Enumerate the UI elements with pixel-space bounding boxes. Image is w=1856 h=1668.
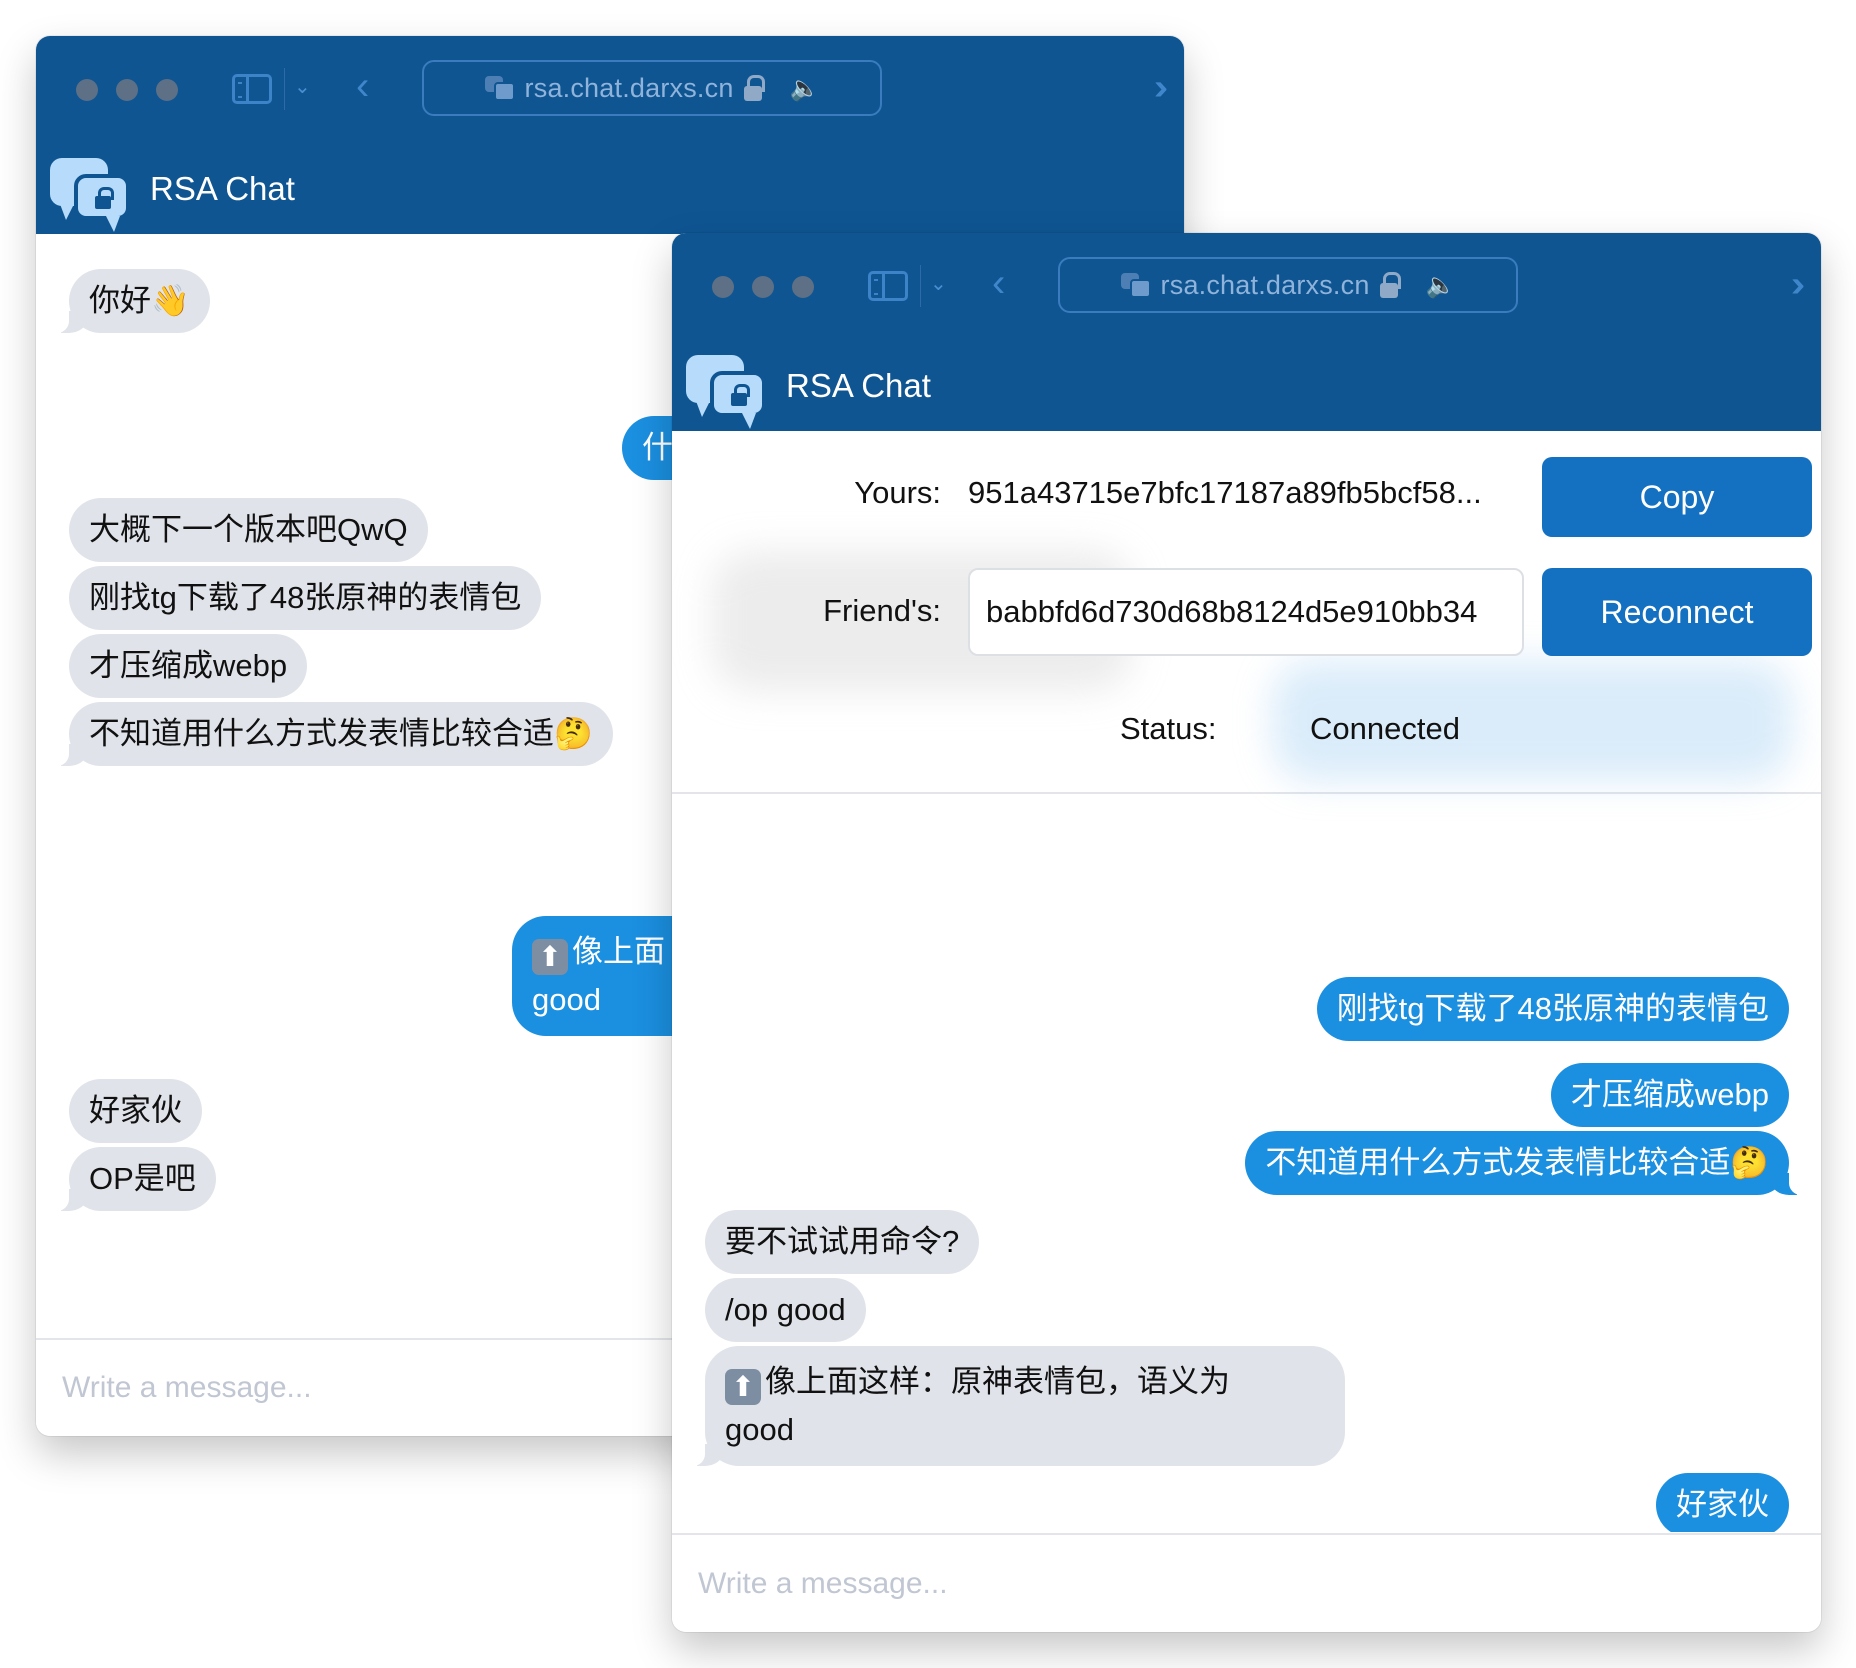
message-text: 像上面 (572, 934, 665, 969)
up-arrow-emoji: ⬆ (725, 1369, 761, 1405)
up-arrow-emoji: ⬆ (532, 939, 568, 975)
yours-key-value: 951a43715e7bfc17187a89fb5bcf58... (968, 475, 1482, 510)
copy-button[interactable]: Copy (1542, 457, 1812, 537)
message-bubble: /op good (705, 1278, 866, 1342)
right-browser-window: ⌄ ‹ rsa.chat.darxs.cn 🔈 ›› RSA Chat 刚找tg… (672, 233, 1821, 1632)
message-text: /op good (725, 1292, 846, 1327)
back-icon[interactable]: ‹ (992, 261, 1005, 306)
toolbar-divider (920, 265, 921, 307)
site-icon (1120, 273, 1151, 298)
zoom-window-button[interactable] (156, 79, 178, 101)
thinking-face-emoji: 🤔 (1730, 1145, 1769, 1181)
status-value: Connected (1310, 711, 1460, 746)
friends-key-input[interactable] (968, 568, 1524, 656)
message-text: 不知道用什么方式发表情比较合适 (1265, 1145, 1731, 1180)
message-text: 要不试试用命令? (725, 1224, 960, 1259)
message-text: 才压缩成webp (89, 648, 288, 683)
traffic-lights (712, 276, 814, 298)
friends-label: Friend's: (823, 593, 941, 628)
lock-icon (743, 75, 765, 101)
app-title-bar: RSA Chat (50, 154, 295, 232)
more-chevrons-icon[interactable]: ›› (1791, 263, 1805, 305)
message-text: 好家伙 (1676, 1487, 1769, 1522)
message-bubble: 刚找tg下载了48张原神的表情包 (69, 566, 542, 630)
minimize-window-button[interactable] (116, 79, 138, 101)
chevron-down-icon[interactable]: ⌄ (930, 271, 947, 296)
message-input[interactable] (672, 1535, 1821, 1632)
key-panel: Yours: 951a43715e7bfc17187a89fb5bcf58...… (672, 431, 1821, 794)
message-text: good (725, 1412, 794, 1447)
toolbar-divider (284, 68, 285, 110)
message-bubble: 才压缩成webp (69, 634, 308, 698)
traffic-lights (76, 79, 178, 101)
message-bubble: 好家伙 (69, 1079, 202, 1143)
browser-toolbar: ⌄ ‹ rsa.chat.darxs.cn 🔈 ›› (36, 60, 1184, 118)
sidebar-toggle-icon[interactable] (868, 271, 908, 301)
yours-label: Yours: (854, 475, 941, 510)
window-header: ⌄ ‹ rsa.chat.darxs.cn 🔈 ›› RSA Chat (672, 233, 1821, 431)
window-header: ⌄ ‹ rsa.chat.darxs.cn 🔈 ›› RSA Chat (36, 36, 1184, 234)
close-window-button[interactable] (712, 276, 734, 298)
thinking-face-emoji: 🤔 (554, 716, 593, 752)
chevron-down-icon[interactable]: ⌄ (294, 74, 311, 99)
message-bubble: 不知道用什么方式发表情比较合适🤔 (47, 702, 613, 766)
site-icon (484, 76, 515, 101)
zoom-window-button[interactable] (792, 276, 814, 298)
app-title-bar: RSA Chat (686, 351, 931, 429)
more-chevrons-icon[interactable]: ›› (1154, 66, 1168, 108)
minimize-window-button[interactable] (752, 276, 774, 298)
rsa-chat-logo-icon (50, 154, 132, 232)
reconnect-button[interactable]: Reconnect (1542, 568, 1812, 656)
speaker-icon[interactable]: 🔈 (790, 74, 820, 103)
message-text: 不知道用什么方式发表情比较合适 (89, 716, 554, 751)
waving-hand-emoji: 👋 (151, 283, 190, 319)
status-label: Status: (1120, 711, 1217, 746)
browser-toolbar: ⌄ ‹ rsa.chat.darxs.cn 🔈 ›› (672, 257, 1821, 315)
message-text: 才压缩成webp (1570, 1077, 1769, 1112)
message-text: 好家伙 (89, 1093, 182, 1128)
message-bubble: 才压缩成webp (1550, 1063, 1789, 1127)
message-bubble: 你好👋 (47, 269, 210, 333)
lock-icon (1379, 272, 1401, 298)
rsa-chat-logo-icon (686, 351, 768, 429)
close-window-button[interactable] (76, 79, 98, 101)
url-text: rsa.chat.darxs.cn (1160, 269, 1370, 300)
address-bar[interactable]: rsa.chat.darxs.cn 🔈 (422, 60, 882, 116)
message-bubble: 大概下一个版本吧QwQ (69, 498, 428, 562)
compose-bar (672, 1533, 1821, 1632)
app-title: RSA Chat (786, 367, 931, 404)
message-bubble: 要不试试用命令? (705, 1210, 980, 1274)
message-text: OP是吧 (89, 1161, 196, 1196)
app-title: RSA Chat (150, 170, 295, 207)
message-text: 大概下一个版本吧QwQ (89, 512, 408, 547)
message-text: 刚找tg下载了48张原神的表情包 (1336, 991, 1769, 1026)
message-text: 像上面这样：原神表情包，语义为 (765, 1364, 1230, 1399)
message-bubble: ⬆ 像上面这样：原神表情包，语义为 good (683, 1346, 1345, 1466)
message-bubble: 不知道用什么方式发表情比较合适🤔 (1245, 1131, 1811, 1195)
message-text: 刚找tg下载了48张原神的表情包 (89, 580, 522, 615)
speaker-icon[interactable]: 🔈 (1426, 271, 1456, 300)
message-text: 什 (642, 430, 673, 465)
address-bar[interactable]: rsa.chat.darxs.cn 🔈 (1058, 257, 1518, 313)
message-bubble: OP是吧 (47, 1147, 216, 1211)
back-icon[interactable]: ‹ (356, 64, 369, 109)
message-bubble: 好家伙 (1656, 1473, 1789, 1532)
sidebar-toggle-icon[interactable] (232, 74, 272, 104)
url-text: rsa.chat.darxs.cn (524, 72, 734, 103)
message-text: 你好 (89, 283, 151, 318)
message-bubble: 刚找tg下载了48张原神的表情包 (1316, 977, 1789, 1041)
